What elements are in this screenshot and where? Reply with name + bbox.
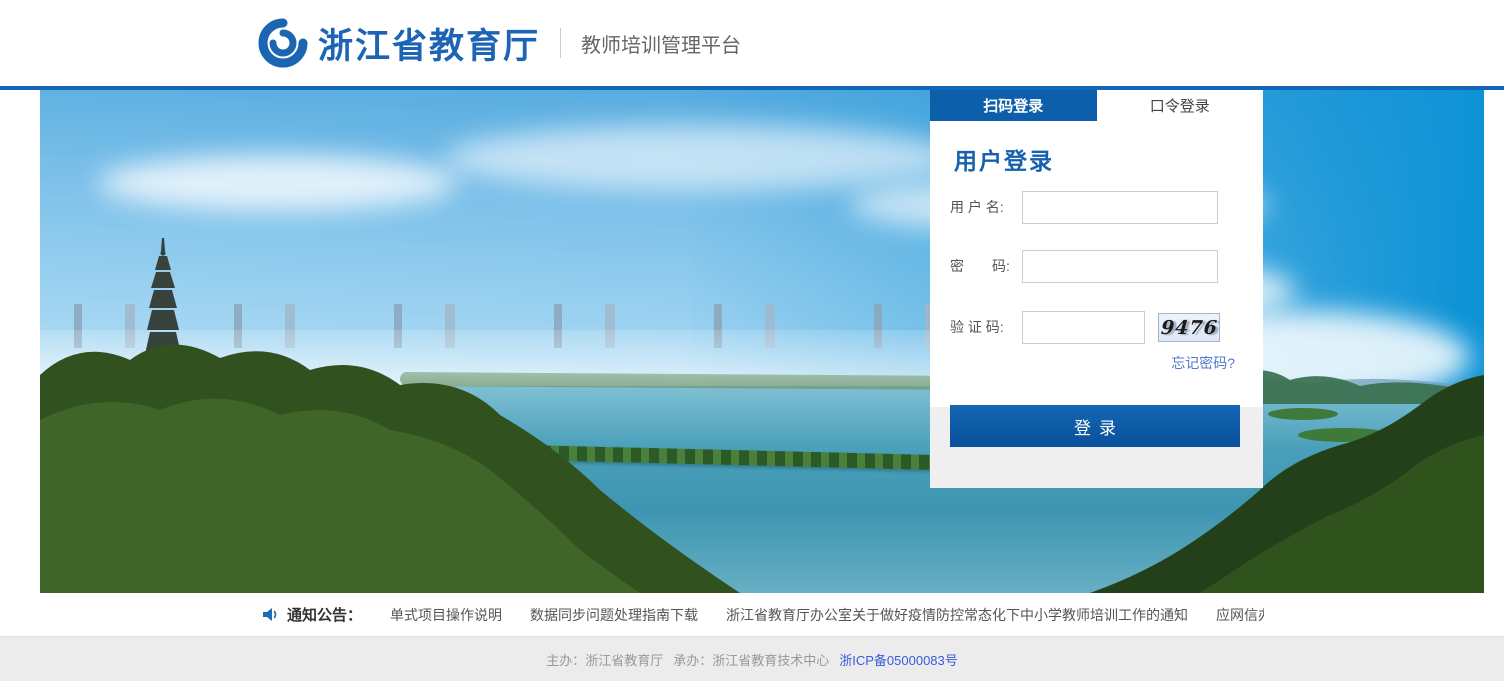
captcha-row: 验 证 码: 9476	[950, 310, 1243, 344]
username-row: 用 户 名:	[950, 190, 1243, 224]
notice-label: 通知公告：	[287, 604, 362, 625]
notice-link[interactable]: 数据同步问题处理指南下载	[530, 605, 698, 625]
notice-link[interactable]: 单式项目操作说明	[390, 605, 502, 625]
username-input[interactable]	[1022, 191, 1218, 224]
tab-qr-login[interactable]: 扫码登录	[930, 90, 1097, 121]
password-input[interactable]	[1022, 250, 1218, 283]
notice-link[interactable]: 应网信办和公安厅的要求，需要升级	[1216, 605, 1264, 625]
cloud	[98, 155, 458, 211]
speaker-icon	[263, 607, 280, 622]
password-row: 密 码:	[950, 249, 1243, 283]
hero-photo	[40, 90, 1484, 593]
login-tabs: 扫码登录 口令登录	[930, 90, 1263, 121]
org-title: 浙江省教育厅	[318, 18, 540, 69]
swirl-logo-icon	[256, 16, 310, 70]
notice-bar: 通知公告： 单式项目操作说明 数据同步问题处理指南下载 浙江省教育厅办公室关于做…	[0, 593, 1504, 636]
platform-title: 教师培训管理平台	[581, 29, 741, 58]
login-button[interactable]: 登录	[950, 405, 1240, 447]
notice-link[interactable]: 浙江省教育厅办公室关于做好疫情防控常态化下中小学教师培训工作的通知	[726, 605, 1188, 625]
captcha-image[interactable]: 9476	[1158, 313, 1220, 342]
forgot-password-link[interactable]: 忘记密码?	[1171, 353, 1235, 373]
header: 浙江省教育厅 教师培训管理平台	[0, 0, 1504, 90]
login-page: 浙江省教育厅 教师培训管理平台	[0, 0, 1504, 681]
tab-password-login[interactable]: 口令登录	[1097, 90, 1264, 121]
captcha-label: 验 证 码:	[950, 317, 1020, 337]
login-panel: 扫码登录 口令登录 用户登录 用 户 名: 密 码: 验 证 码: 9476 忘…	[930, 90, 1263, 488]
captcha-input[interactable]	[1022, 311, 1145, 344]
username-label: 用 户 名:	[950, 197, 1020, 217]
foreground-trees	[40, 330, 800, 593]
cloud	[444, 125, 964, 191]
page-footer: 主办：浙江省教育厅 承办：浙江省教育技术中心 浙ICP备05000083号	[0, 636, 1504, 681]
captcha-code: 9476	[1160, 317, 1218, 339]
icp-link[interactable]: 浙ICP备05000083号	[839, 650, 958, 669]
footer-organizer: 承办：浙江省教育技术中心	[673, 650, 829, 669]
footer-host: 主办：浙江省教育厅	[546, 650, 663, 669]
header-divider	[560, 28, 561, 58]
password-label: 密 码:	[950, 256, 1020, 276]
notice-header: 通知公告：	[263, 604, 362, 625]
panel-title: 用户登录	[954, 142, 1054, 176]
